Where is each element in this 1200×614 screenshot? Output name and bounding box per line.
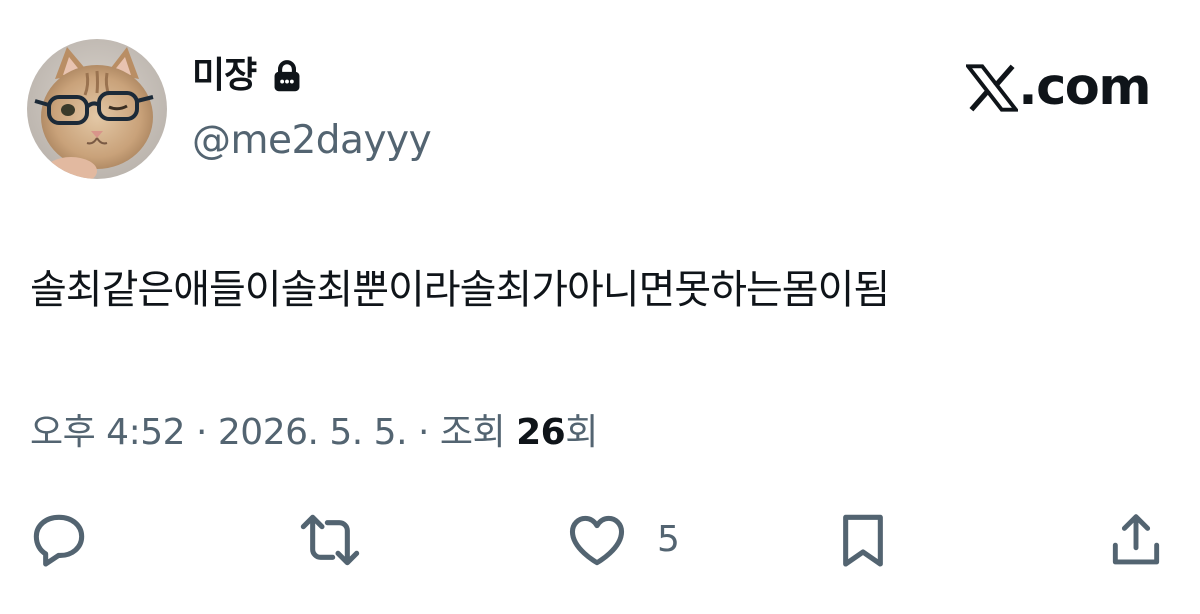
cat-with-glasses-avatar-image <box>27 39 167 179</box>
brand-text: .com <box>1018 58 1151 117</box>
meta-separator: · <box>195 412 207 453</box>
share-button[interactable] <box>1105 505 1167 575</box>
views-label: 조회 <box>439 412 506 453</box>
like-count: 5 <box>657 519 680 560</box>
share-icon <box>1112 514 1160 565</box>
bookmark-icon <box>843 514 883 567</box>
avatar[interactable] <box>27 39 167 179</box>
heart-icon <box>569 515 625 566</box>
like-button[interactable]: 5 <box>565 505 680 575</box>
reply-button[interactable] <box>27 505 91 575</box>
tweet-time[interactable]: 오후 4:52 <box>30 412 186 453</box>
tweet-meta: 오후 4:52 · 2026. 5. 5. · 조회 26회 <box>30 408 598 458</box>
tweet-date[interactable]: 2026. 5. 5. <box>218 412 408 453</box>
display-name[interactable]: 미쟝 <box>192 52 257 100</box>
tweet-action-bar: 5 <box>0 505 1200 575</box>
retweet-button[interactable] <box>297 505 363 575</box>
views-suffix: 회 <box>565 412 598 453</box>
user-handle[interactable]: @me2dayyy <box>192 116 432 166</box>
reply-icon <box>33 514 85 567</box>
author-name-row: 미쟝 <box>192 52 304 100</box>
retweet-icon <box>300 514 360 566</box>
tweet-text: 솔최같은애들이솔최뿐이라솔최가아니면못하는몸이됨 <box>30 267 890 313</box>
x-logo-icon <box>966 64 1019 112</box>
bookmark-button[interactable] <box>831 505 895 575</box>
views-count: 26 <box>516 412 566 453</box>
lock-icon <box>274 60 300 92</box>
x-com-brand: .com <box>966 58 1151 118</box>
meta-separator: · <box>418 412 429 453</box>
